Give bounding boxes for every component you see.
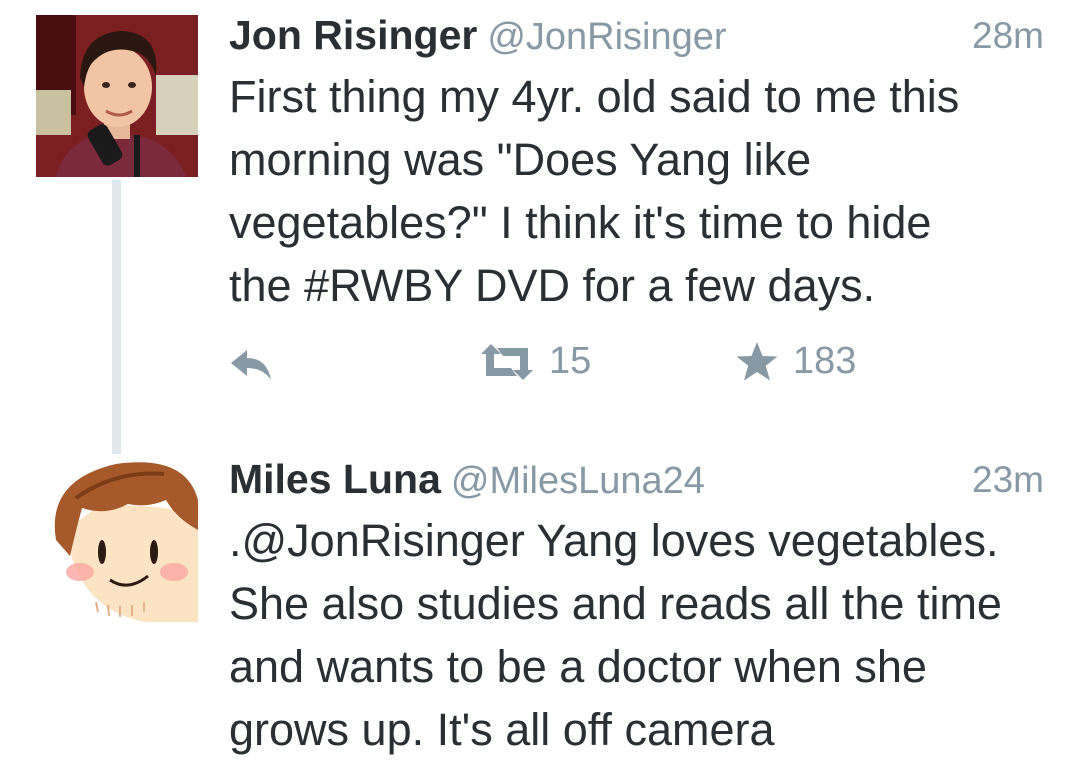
retweet-count: 15 [549,340,592,382]
tweet-header: Jon Risinger @JonRisinger 28m [229,12,1044,62]
user-handle[interactable]: @JonRisinger [487,16,726,58]
tweet-text-line: morning was "Does Yang like [229,134,812,185]
avatar-photo-icon [36,15,198,177]
tweet-text-line: the #RWBY DVD for a few days. [229,260,876,311]
user-name[interactable]: Miles Luna [229,456,441,502]
tweet-text-line: grows up. It's all off camera [229,704,775,755]
tweet-timestamp[interactable]: 28m [972,15,1044,57]
tweet-actions: 15 183 [229,340,929,390]
reply-icon [231,350,271,380]
favorite-button[interactable]: 183 [735,340,856,383]
tweet-text-line: First thing my 4yr. old said to me this [229,71,960,122]
cartoon-avatar-icon [36,460,198,622]
star-icon [736,341,778,380]
tweet-text-line: She also studies and reads all the time [229,578,1002,629]
tweet-timestamp[interactable]: 23m [972,459,1044,501]
retweet-icon [481,343,533,380]
avatar-jon-risinger[interactable] [36,15,198,177]
tweet-header: Miles Luna @MilesLuna24 23m [229,456,1044,506]
favorite-count: 183 [793,340,857,382]
reply-button[interactable] [229,348,273,382]
tweet-text: First thing my 4yr. old said to me this … [229,65,1049,317]
user-handle[interactable]: @MilesLuna24 [451,460,705,502]
tweet-text-line: .@JonRisinger Yang loves vegetables. [229,515,999,566]
tweet-text-line: and wants to be a doctor when she [229,641,927,692]
retweet-button[interactable]: 15 [479,340,591,383]
tweet-jon-risinger[interactable]: Jon Risinger @JonRisinger 28m First thing… [0,0,1080,440]
user-name[interactable]: Jon Risinger [229,12,477,58]
avatar-miles-luna[interactable] [36,460,198,622]
tweet-text: .@JonRisinger Yang loves vegetables. She… [229,509,1049,761]
tweet-text-line: vegetables?" I think it's time to hide [229,197,932,248]
